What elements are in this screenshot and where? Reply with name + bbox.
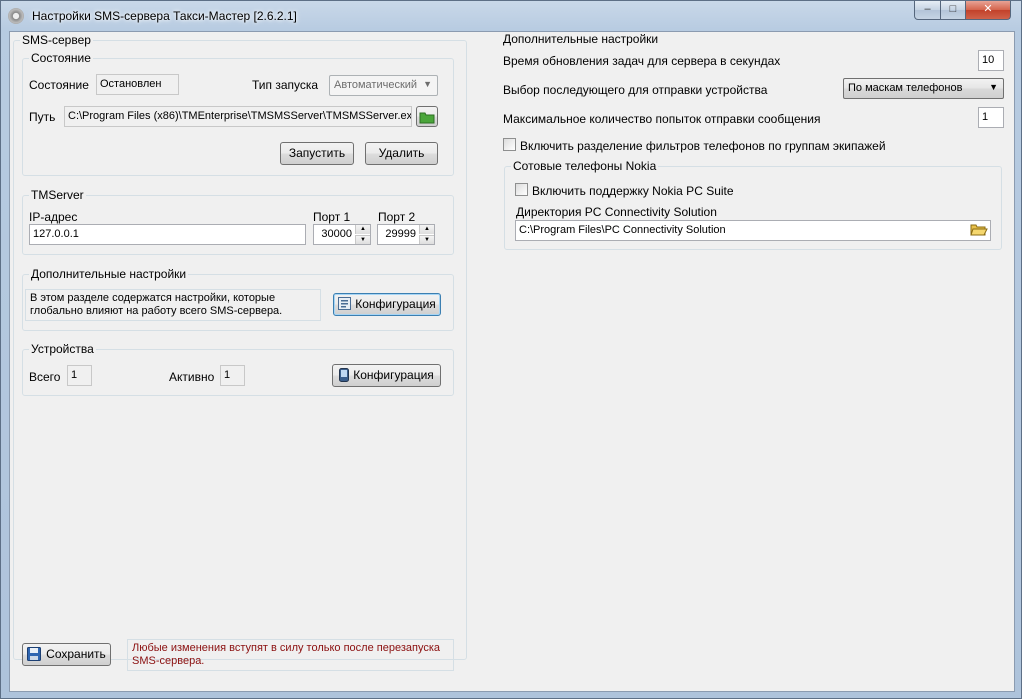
nokia-group-title: Сотовые телефоны Nokia [511, 159, 659, 173]
dir-input[interactable]: C:\Program Files\PC Connectivity Solutio… [515, 220, 991, 241]
devices-group: Устройства Всего 1 Активно 1 Конфигураци… [22, 342, 454, 396]
close-button[interactable]: ✕ [965, 1, 1011, 20]
next-device-label: Выбор последующего для отправки устройст… [503, 83, 768, 97]
split-filters-label[interactable]: Включить разделение фильтров телефонов п… [520, 139, 886, 153]
max-attempts-label: Максимальное количество попыток отправки… [503, 112, 821, 126]
devices-config-button[interactable]: Конфигурация [332, 364, 441, 387]
app-window: Настройки SMS-сервера Такси-Мастер [2.6.… [0, 0, 1022, 699]
extra-config-button[interactable]: Конфигурация [333, 293, 441, 316]
port1-up-icon[interactable]: ▲ [355, 225, 370, 234]
sms-server-group: SMS-сервер Состояние Состояние Остановле… [13, 33, 467, 660]
extra-settings-group: Дополнительные настройки В этом разделе … [22, 267, 454, 331]
title-bar[interactable]: Настройки SMS-сервера Такси-Мастер [2.6.… [1, 1, 1021, 31]
port2-label: Порт 2 [378, 210, 416, 224]
split-filters-checkbox[interactable] [503, 138, 516, 151]
save-label: Сохранить [46, 647, 106, 661]
floppy-disk-icon [27, 647, 42, 661]
ip-input[interactable]: 127.0.0.1 [29, 224, 306, 245]
total-label: Всего [29, 370, 61, 384]
launch-type-value: Автоматический [334, 79, 418, 91]
port2-down-icon[interactable]: ▼ [419, 235, 434, 244]
next-device-value: По маскам телефонов [848, 82, 963, 94]
update-interval-input[interactable]: 10 [978, 50, 1004, 71]
open-folder-button[interactable] [970, 222, 989, 239]
total-value: 1 [67, 365, 92, 386]
delete-button[interactable]: Удалить [365, 142, 438, 165]
start-button[interactable]: Запустить [280, 142, 354, 165]
devices-config-label: Конфигурация [353, 368, 434, 382]
open-folder-icon [970, 224, 988, 236]
client-area: SMS-сервер Состояние Состояние Остановле… [9, 31, 1015, 692]
sms-server-group-title: SMS-сервер [20, 33, 93, 47]
pc-suite-checkbox[interactable] [515, 183, 528, 196]
port2-stepper[interactable]: 29999 ▲ ▼ [377, 224, 435, 245]
path-label: Путь [29, 110, 56, 124]
restart-notice: Любые изменения вступят в силу только по… [127, 639, 454, 671]
port1-value: 30000 [321, 228, 352, 240]
state-value: Остановлен [96, 74, 179, 95]
active-label: Активно [169, 370, 215, 384]
update-interval-label: Время обновления задач для сервера в сек… [503, 54, 781, 68]
extra-config-label: Конфигурация [355, 297, 436, 311]
path-field[interactable]: C:\Program Files (x86)\TMEnterprise\TMSM… [64, 106, 412, 127]
state-group: Состояние Состояние Остановлен Тип запус… [22, 51, 454, 176]
window-title: Настройки SMS-сервера Такси-Мастер [2.6.… [32, 9, 297, 23]
next-device-select[interactable]: По маскам телефонов ▼ [843, 78, 1004, 99]
port1-down-icon[interactable]: ▼ [355, 235, 370, 244]
dir-label: Директория PC Connectivity Solution [516, 205, 717, 219]
active-value: 1 [220, 365, 245, 386]
launch-type-select[interactable]: Автоматический ▼ [329, 75, 438, 96]
additional-settings-panel: Дополнительные настройки Время обновлени… [502, 32, 1012, 662]
chevron-down-icon: ▼ [989, 82, 998, 92]
state-label: Состояние [29, 78, 89, 92]
tmserver-group: TMServer IP-адрес Порт 1 Порт 2 127.0.0.… [22, 188, 454, 255]
browse-path-button[interactable] [416, 106, 438, 127]
ip-label: IP-адрес [29, 210, 78, 224]
settings-list-icon [338, 297, 352, 310]
chevron-down-icon: ▼ [423, 79, 432, 89]
phone-icon [339, 368, 350, 382]
additional-settings-title: Дополнительные настройки [503, 32, 659, 46]
extra-settings-description: В этом разделе содержатся настройки, кот… [25, 289, 321, 321]
folder-icon [419, 112, 435, 124]
port1-stepper[interactable]: 30000 ▲ ▼ [313, 224, 371, 245]
port2-value: 29999 [385, 228, 416, 240]
tmserver-group-title: TMServer [29, 188, 86, 202]
max-attempts-input[interactable]: 1 [978, 107, 1004, 128]
port2-up-icon[interactable]: ▲ [419, 225, 434, 234]
pc-suite-label[interactable]: Включить поддержку Nokia PC Suite [532, 184, 734, 198]
nokia-group: Сотовые телефоны Nokia Включить поддержк… [504, 159, 1002, 250]
extra-settings-group-title: Дополнительные настройки [29, 267, 189, 281]
launch-type-label: Тип запуска [252, 78, 319, 92]
save-button[interactable]: Сохранить [22, 643, 111, 666]
maximize-button[interactable]: □ [940, 1, 966, 20]
state-group-title: Состояние [29, 51, 93, 65]
minimize-button[interactable]: – [914, 1, 941, 20]
port1-label: Порт 1 [313, 210, 351, 224]
gear-icon [8, 8, 24, 24]
devices-group-title: Устройства [29, 342, 96, 356]
